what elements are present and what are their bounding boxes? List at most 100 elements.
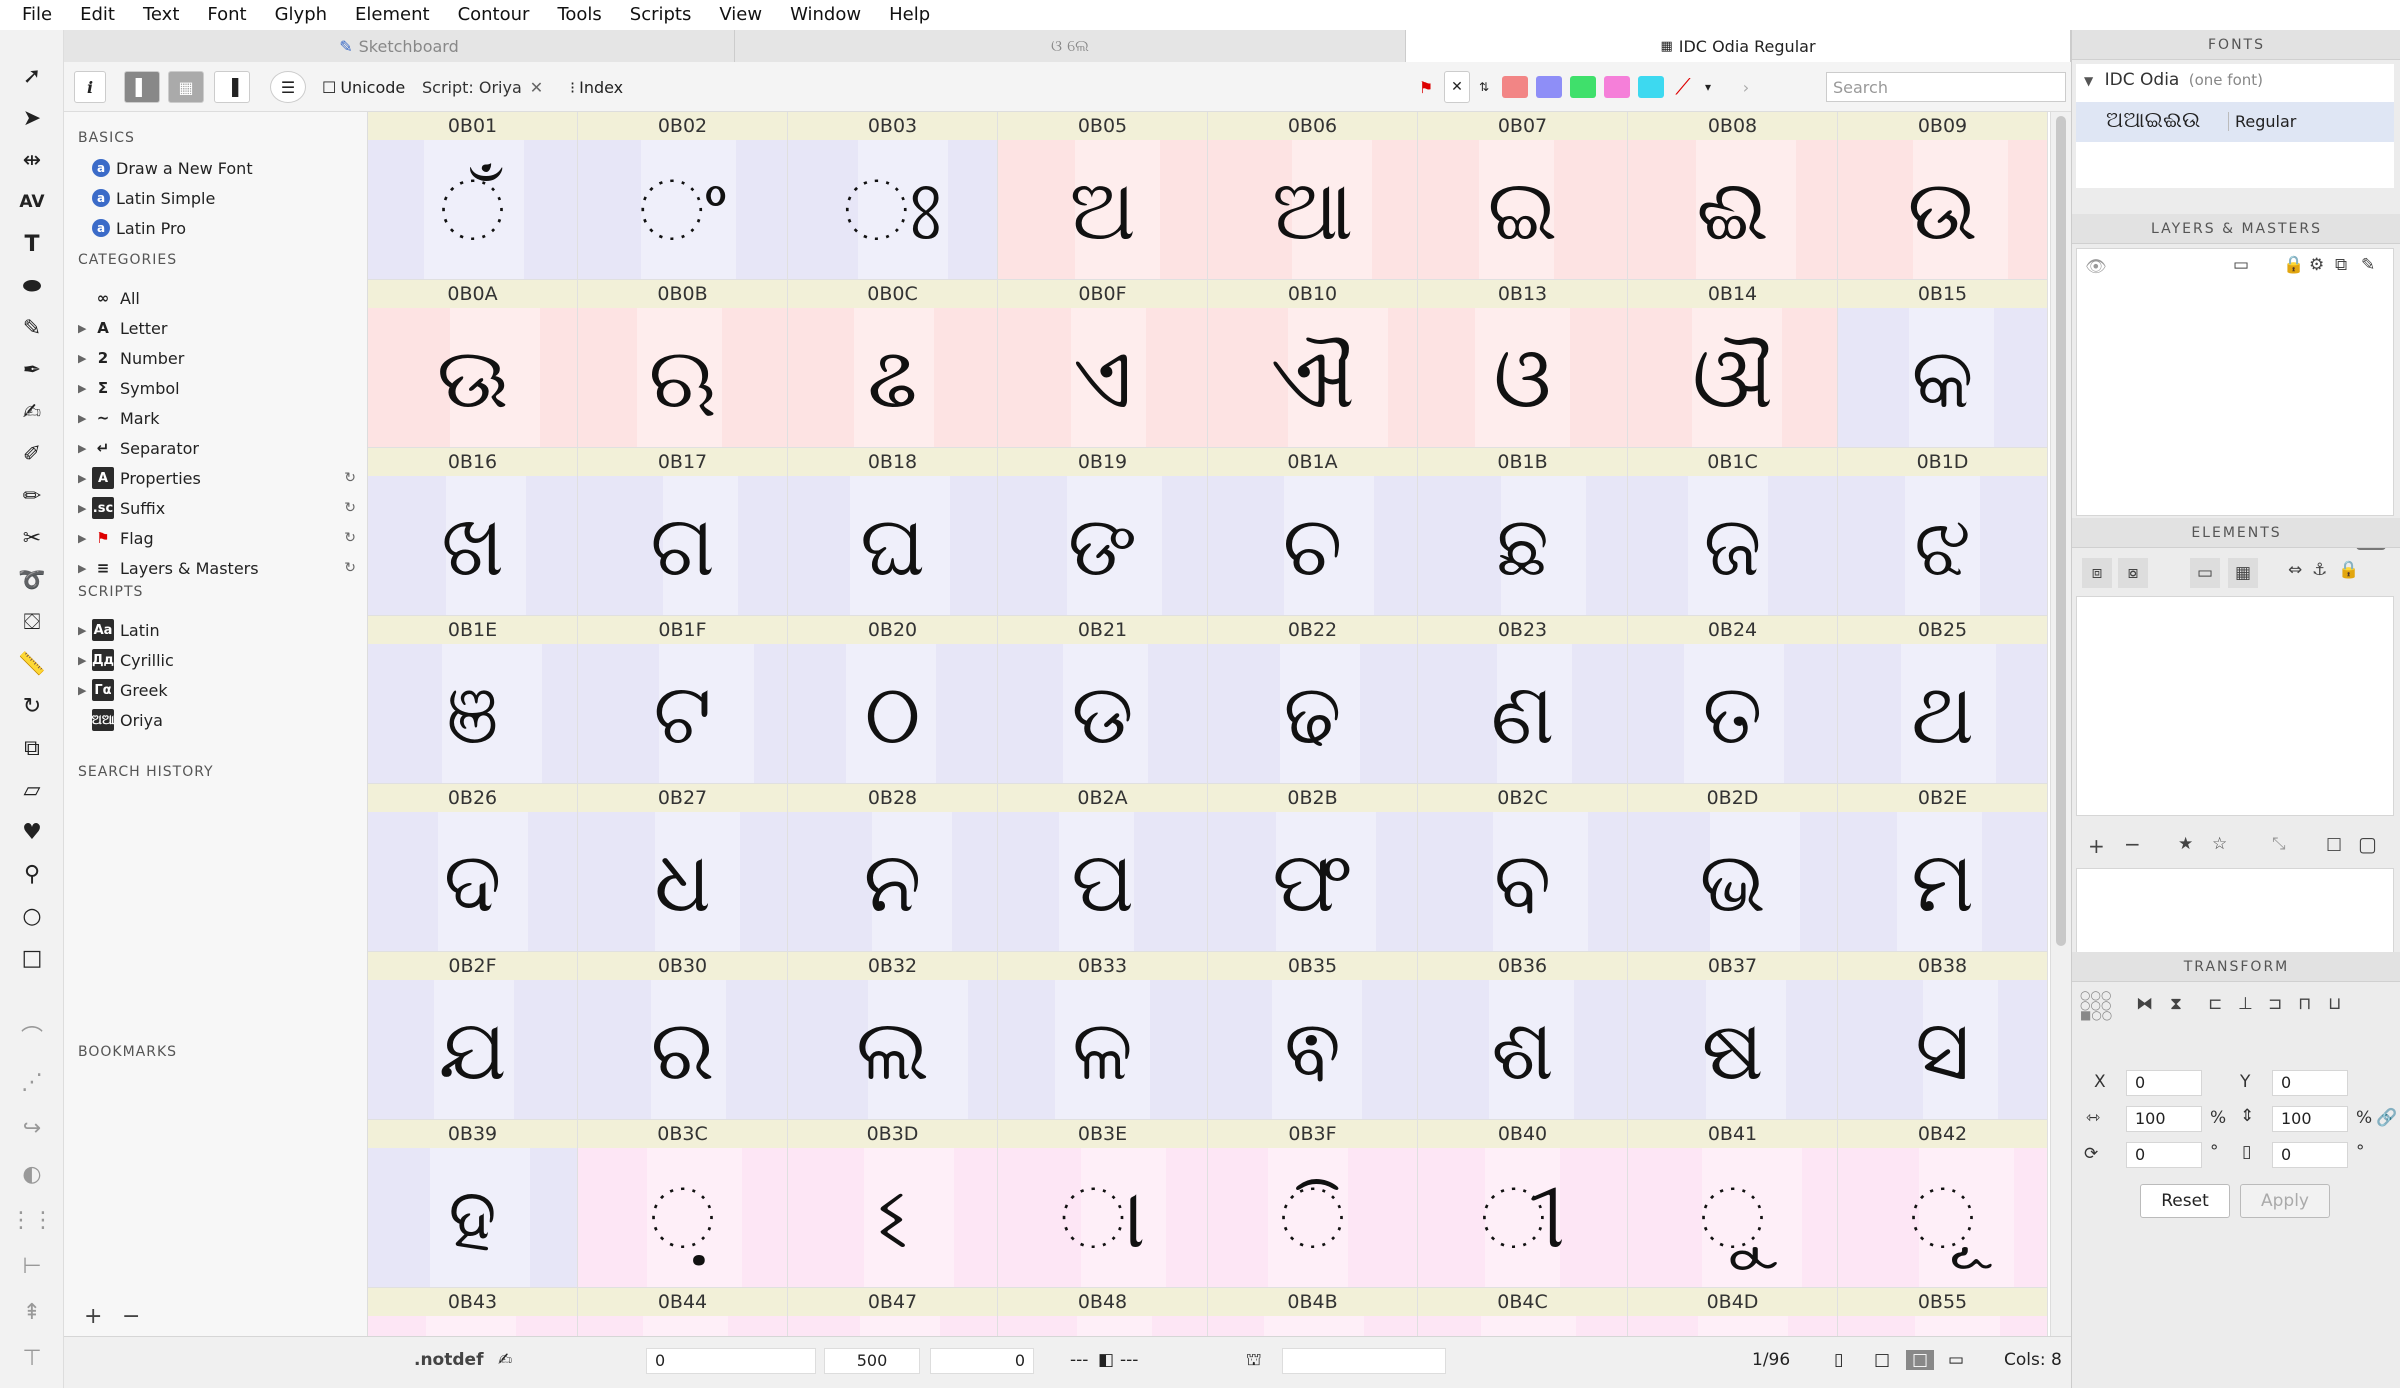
glyph-cell[interactable]: 0B05 ଅ [998,112,1208,280]
pen-icon[interactable]: ✒ [16,354,48,386]
category-separator[interactable]: ▶ ↵ Separator [78,434,368,462]
add-bookmark-button[interactable]: + [84,1304,102,1329]
glyph-cell[interactable]: 0B4Bୋ [1208,1288,1418,1336]
origin-grid-icon[interactable]: ○○○ ○○○ ■○○ [2080,989,2112,1021]
align-icon[interactable]: ⊢ [16,1250,48,1282]
reset-button[interactable]: Reset [2140,1184,2230,1218]
grid-element-icon[interactable]: ▦ [2228,558,2258,588]
lasso-icon[interactable]: ➰ [16,564,48,596]
menu-help[interactable]: Help [875,0,944,30]
frame-icon[interactable]: □ [2326,834,2342,854]
glyph-cell[interactable]: 0B16 ଖ [368,448,578,616]
script-latin[interactable]: ▶ Aa Latin [78,616,368,644]
glyph-cell[interactable]: 0B3Eା [998,1120,1208,1288]
glyph-cell[interactable]: 0B2D ଭ [1628,784,1838,952]
glyph-cell[interactable]: 0B03ଃ [788,112,998,280]
view-medium-icon[interactable]: □ [1874,1350,1890,1370]
color-flag-swatch[interactable] [1570,76,1596,98]
glyph-cell[interactable]: 0B23 ଣ [1418,616,1628,784]
chevron-right-icon[interactable]: ▶ [78,442,92,455]
category-layers-masters[interactable]: ▶ ≡ Layers & Masters ↻ [78,554,368,582]
menu-file[interactable]: File [8,0,66,30]
view-small-icon[interactable]: ▯ [1834,1350,1843,1370]
glyph-cell[interactable]: 0B26 ଦ [368,784,578,952]
refresh-icon[interactable]: ↻ [344,470,356,486]
menu-element[interactable]: Element [341,0,444,30]
glyph-cell[interactable]: 0B38 ସ [1838,952,2048,1120]
chevron-right-icon[interactable]: ▶ [78,322,92,335]
kerning-group-input[interactable] [1282,1348,1446,1374]
no-flag-icon[interactable]: ⟋ [1668,71,1698,103]
font-family-row[interactable]: ▼ IDC Odia (one font) [2084,70,2263,90]
glyph-cell[interactable]: 0B25 ଥ [1838,616,2048,784]
glyph-cell[interactable]: 0B24 ତ [1628,616,1838,784]
glyph-cell[interactable]: 0B35 ଵ [1208,952,1418,1120]
glyph-cell[interactable]: 0B2A ପ [998,784,1208,952]
glyph-cell[interactable]: 0B3D ଽ [788,1120,998,1288]
tab-0[interactable]: ✎ Sketchboard [64,30,735,62]
glyph-cell[interactable]: 0B55୕ [1838,1288,2048,1336]
brush-icon[interactable]: ✎ [16,312,48,344]
height-input[interactable]: 100 [2272,1106,2348,1132]
remove-bookmark-button[interactable]: − [122,1304,140,1329]
chevron-right-icon[interactable]: ▶ [78,624,92,637]
menu-edit[interactable]: Edit [66,0,129,30]
knife-icon[interactable]: ✂ [16,522,48,554]
lsb-input[interactable]: 0 [646,1348,816,1374]
edit-icon[interactable]: ✎ [2361,255,2375,275]
glyph-cell[interactable]: 0B30 ର [578,952,788,1120]
category-all[interactable]: ∞ All [78,284,368,312]
pencil-icon[interactable]: ✏ [16,480,48,512]
menu-tools[interactable]: Tools [543,0,615,30]
menu-glyph[interactable]: Glyph [261,0,341,30]
copy-icon[interactable]: ⧉ [2335,255,2347,275]
sidebar-toggle-icon[interactable]: ▌ [124,71,160,103]
element-lock-icon[interactable]: 🔒 [2338,560,2359,580]
script-cyrillic[interactable]: ▶ Дд Cyrillic [78,646,368,674]
glyph-cell[interactable]: 0B10 ଐ [1208,280,1418,448]
glyph-cell[interactable]: 0B06 ଆ [1208,112,1418,280]
link-icon[interactable]: ⇔ [2288,560,2302,580]
glyph-cell[interactable]: 0B1A ଚ [1208,448,1418,616]
slant-icon[interactable]: ▱ [16,774,48,806]
list-view-icon[interactable]: ▐ [214,71,250,103]
glyph-cell[interactable]: 0B36 ଶ [1418,952,1628,1120]
fill-bucket-icon[interactable]: ⛋ [16,606,48,638]
glyph-cell[interactable]: 0B43ୃ [368,1288,578,1336]
glyph-cell[interactable]: 0B1C ଜ [1628,448,1838,616]
rsb-input[interactable]: 0 [930,1348,1034,1374]
category-properties[interactable]: ▶ A Properties ↻ [78,464,368,492]
text-tool-icon[interactable]: T [16,228,48,260]
grid-icon[interactable]: ⋮⋮ [10,1204,54,1236]
menu-contour[interactable]: Contour [444,0,544,30]
close-icon[interactable]: ✕ [530,78,543,97]
direct-select-icon[interactable]: ➤ [16,102,48,134]
glyph-cell[interactable]: 0B3C଼ [578,1120,788,1288]
glyph-cell[interactable]: 0B32 ଲ [788,952,998,1120]
color-flag-swatch[interactable] [1502,76,1528,98]
y-input[interactable]: 0 [2272,1070,2348,1096]
chevron-down-icon[interactable]: ▾ [1698,71,1718,103]
chevron-right-icon[interactable]: ▶ [78,502,92,515]
glyph-cell[interactable]: 0B1B ଛ [1418,448,1628,616]
color-flag-swatch[interactable] [1604,76,1630,98]
flip-horizontal-icon[interactable]: ⧓ [2136,994,2153,1014]
chevron-right-icon[interactable]: ▶ [78,532,92,545]
view-wide-icon[interactable]: ▭ [1948,1350,1964,1370]
glyph-cell[interactable]: 0B37 ଷ [1628,952,1838,1120]
contrast-icon[interactable]: ◐ [16,1158,48,1190]
font-row-regular[interactable]: ଅଆଇଈଉ Regular [2076,102,2394,142]
chevron-right-icon[interactable]: ▶ [78,684,92,697]
glyph-cell[interactable]: 0B28 ନ [788,784,998,952]
distribute-v-icon[interactable]: ⊔ [2328,994,2341,1014]
ruler-icon[interactable]: 📏 [16,648,48,680]
category-suffix[interactable]: ▶ .sc Suffix ↻ [78,494,368,522]
add-element-button[interactable]: + [2088,834,2105,858]
glyph-cell[interactable]: 0B2C ବ [1418,784,1628,952]
unicode-toggle[interactable]: ☐ Unicode [322,71,405,103]
glyph-edit-icon[interactable]: ✍ [498,1350,512,1370]
category-flag[interactable]: ▶ ⚑ Flag ↻ [78,524,368,552]
glyph-cell[interactable]: 0B15 କ [1838,280,2048,448]
flip-vertical-icon[interactable]: ⧗ [2170,994,2182,1014]
glyph-cell[interactable]: 0B33 ଳ [998,952,1208,1120]
